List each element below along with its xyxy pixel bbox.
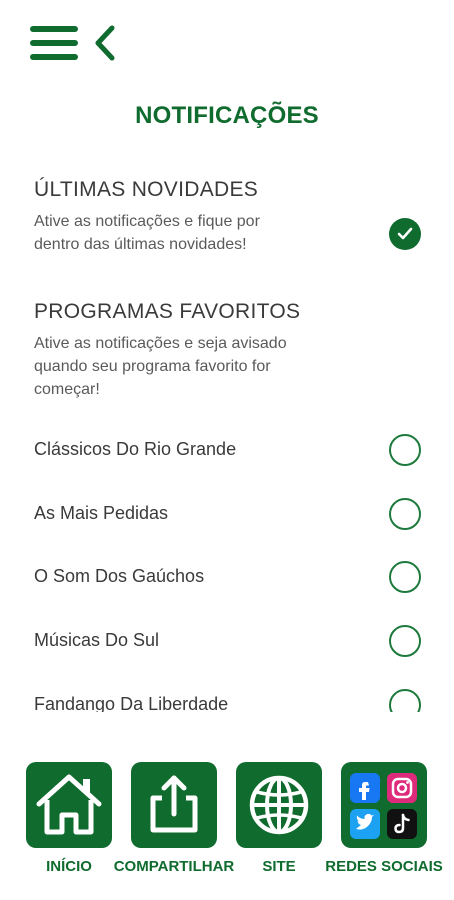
home-button[interactable] xyxy=(26,762,112,848)
latest-news-description: Ative as notificações e fique por dentro… xyxy=(34,213,260,253)
program-label: Clássicos Do Rio Grande xyxy=(34,439,237,459)
checkmark-icon xyxy=(397,227,413,240)
program-label: Fandango Da Liberdade xyxy=(34,694,229,712)
program-toggle[interactable] xyxy=(389,689,421,712)
latest-news-title: ÚLTIMAS NOVIDADES xyxy=(34,178,259,201)
share-icon xyxy=(150,775,198,833)
latest-news-toggle[interactable] xyxy=(389,218,421,250)
instagram-icon xyxy=(387,773,417,803)
program-toggle[interactable] xyxy=(389,498,421,530)
program-label: Músicas Do Sul xyxy=(34,630,160,650)
hamburger-menu-icon[interactable] xyxy=(30,26,78,60)
globe-icon xyxy=(249,775,309,835)
bottom-navigation: INÍCIO COMPARTILHAR SITE REDES SOCIAIS xyxy=(0,750,454,900)
page-title: NOTIFICAÇÕES xyxy=(135,102,319,129)
share-button[interactable] xyxy=(131,762,217,848)
program-label: As Mais Pedidas xyxy=(34,503,169,523)
home-label[interactable]: INÍCIO xyxy=(26,858,112,875)
site-button[interactable] xyxy=(236,762,322,848)
social-networks-button[interactable] xyxy=(341,762,427,848)
home-icon xyxy=(36,774,102,835)
favorite-programs-title: PROGRAMAS FAVORITOS xyxy=(34,300,301,323)
notification-settings-list[interactable]: ÚLTIMAS NOVIDADES Ative as notificações … xyxy=(0,160,454,712)
program-toggle[interactable] xyxy=(389,561,421,593)
back-arrow-icon[interactable] xyxy=(90,24,120,62)
social-networks-icon xyxy=(350,773,417,839)
site-label[interactable]: SITE xyxy=(236,858,322,875)
social-networks-label[interactable]: REDES SOCIAIS xyxy=(321,858,447,875)
favorite-programs-description: Ative as notificações e seja avisado qua… xyxy=(34,335,287,398)
top-bar xyxy=(0,0,454,90)
program-label: O Som Dos Gaúchos xyxy=(34,566,205,586)
program-toggle[interactable] xyxy=(389,625,421,657)
share-label[interactable]: COMPARTILHAR xyxy=(111,858,237,875)
program-toggle[interactable] xyxy=(389,434,421,466)
